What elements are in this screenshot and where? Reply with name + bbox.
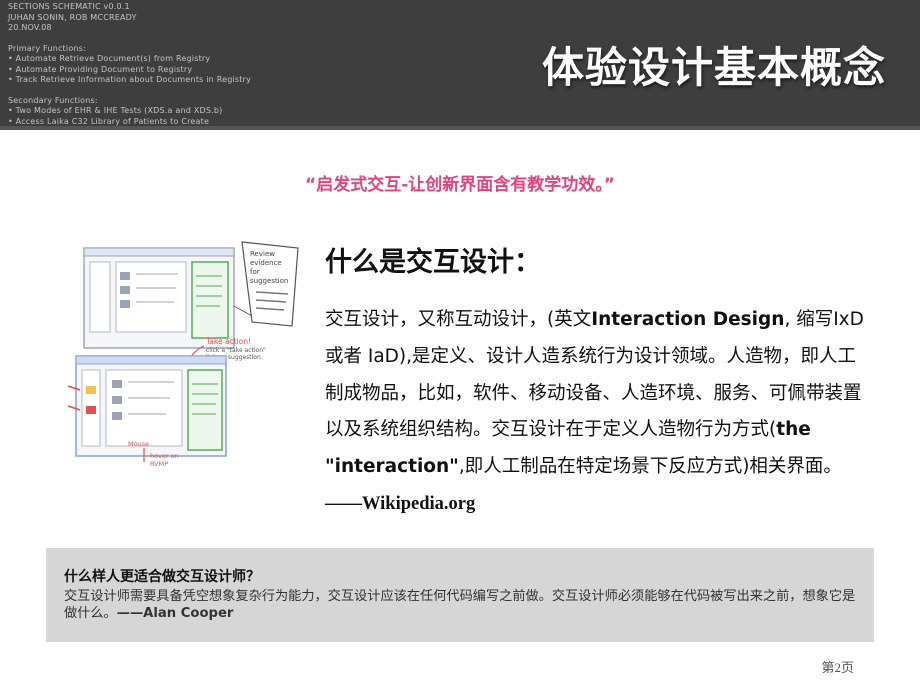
definition-text: ,即人工制品在特定场景下反应方式)相关界面。 [458, 456, 842, 478]
notes-item: • Track Retrieve Information about Docum… [8, 75, 252, 84]
definition-source: ——Wikipedia.org [325, 493, 476, 514]
sketch-note-text: hover on [150, 452, 179, 460]
sketch-note-text: suggestion [250, 277, 288, 285]
definition-text: 交互设计，又称互动设计，(英文 [325, 309, 592, 330]
callout-body: 交互设计师需要具备凭空想象复杂行为能力，交互设计应该在任何代码编写之前做。交互设… [64, 588, 864, 622]
sketch-screen-top [83, 247, 235, 349]
notes-line: JUHAN SONIN, ROB MCCREADY [8, 12, 137, 22]
interface-sketch-illustration: Review evidence for suggestion Take acti… [67, 241, 299, 468]
notes-heading: Primary Functions: [8, 43, 86, 53]
header-divider [0, 126, 920, 130]
callout-author: ——Alan Cooper [116, 606, 234, 621]
notes-item: • Two Modes of EHR & IHE Tests (XDS.a an… [8, 106, 223, 115]
sketch-note-text: RVMP [150, 460, 168, 468]
sketch-note-review: Review evidence for suggestion [233, 241, 299, 327]
notes-heading: Secondary Functions: [8, 95, 98, 105]
definition-term-en: Interaction Design [591, 309, 785, 330]
notes-line: 20.NOV.08 [8, 23, 52, 32]
tagline-quote: “启发式交互-让创新界面含有教学功效。” [305, 175, 615, 195]
page-number: 第2页 [821, 660, 854, 675]
notes-line: SECTIONS SCHEMATIC v0.0.1 [8, 2, 130, 11]
notes-item: • Automate Retrieve Document(s) from Reg… [8, 54, 211, 63]
callout-heading: 什么样人更适合做交互设计师？ [64, 569, 260, 585]
sketch-note-text: Take action! [205, 337, 251, 346]
callout-box: 什么样人更适合做交互设计师？ 交互设计师需要具备凭空想象复杂行为能力，交互设计应… [46, 548, 874, 642]
section-heading: 什么是交互设计： [325, 247, 541, 278]
sketch-note-text: click a "take action" [206, 347, 266, 354]
sketch-note-text: Review [250, 250, 275, 258]
sketch-note-text: evidence [250, 259, 282, 267]
sketch-note-text: for [250, 268, 260, 276]
schematic-notes: SECTIONS SCHEMATIC v0.0.1 JUHAN SONIN, R… [8, 2, 252, 127]
sketch-note-text: Mouse [128, 440, 149, 448]
notes-item: • Automate Providing Document to Registr… [8, 64, 193, 74]
header-banner: SECTIONS SCHEMATIC v0.0.1 JUHAN SONIN, R… [0, 0, 920, 130]
definition-paragraph: 交互设计，又称互动设计，(英文Interaction Design, 缩写IxD… [325, 302, 865, 523]
slide-title: 体验设计基本概念 [541, 43, 886, 92]
